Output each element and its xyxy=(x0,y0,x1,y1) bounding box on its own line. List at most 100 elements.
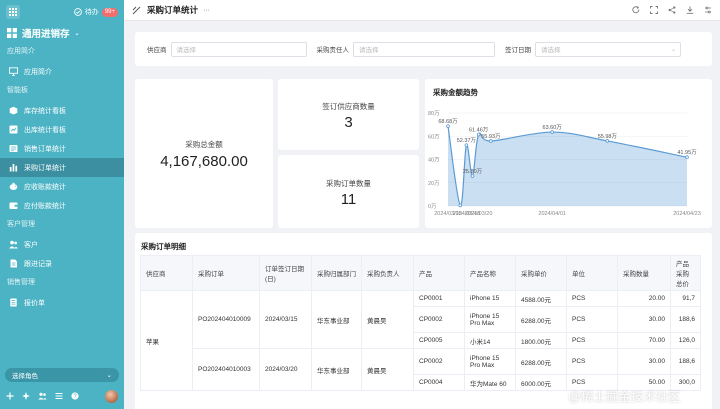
table-cell: PO202404010009 xyxy=(192,290,260,349)
table-cell: 2024/03/15 xyxy=(259,290,312,349)
table-cell: CP0004 xyxy=(413,374,465,391)
collapse-icon[interactable] xyxy=(132,6,141,15)
sidebar-item[interactable]: 库存统计看板 xyxy=(0,101,124,120)
todo-button[interactable]: 待办 99+ xyxy=(73,7,118,17)
sidebar-item-label: 出库统计看板 xyxy=(24,126,66,134)
sidebar-item-label: 销售订单统计 xyxy=(24,145,66,153)
table-row[interactable]: 苹果 PO202404010009 2024/03/15 华东事业部 黄晨昊 CP0001… xyxy=(140,290,701,391)
table-cell: 黄晨昊 xyxy=(361,290,414,349)
table-row[interactable]: PO202404010003 2024/03/20 华东事业部 黄晨昊 CP0002 iP… xyxy=(141,348,701,391)
table-cell: 188,6 xyxy=(670,306,701,333)
app-switcher[interactable]: 通用进销存 ⌄ xyxy=(0,24,124,42)
sidebar-item[interactable]: 出库统计看板 xyxy=(0,120,124,139)
column-header: 采购数量 xyxy=(617,255,671,291)
sidebar-item[interactable]: 应用简介 xyxy=(0,62,124,81)
x-tick-label: 2024/04/01 xyxy=(538,211,566,217)
table-header-row: 供应商 采购订单 订单签订日期(日) 采购归属部门 采购负责人 产品 产品名称 采购单价 单位采… xyxy=(140,255,701,291)
table-title: 采购订单明细 xyxy=(141,242,186,251)
sidebar-item-label: 客户 xyxy=(24,241,38,249)
plus-icon[interactable] xyxy=(6,392,14,400)
data-label: 63.60万 xyxy=(543,124,563,131)
chart-icon xyxy=(9,125,18,134)
data-label: 25.80万 xyxy=(463,168,483,175)
fullscreen-icon[interactable] xyxy=(650,6,658,14)
column-header: 产品名称 xyxy=(464,255,516,291)
role-select-label: 选择角色 xyxy=(12,373,38,380)
sidebar-item[interactable]: 客户 xyxy=(0,235,124,254)
filter-date-placeholder: 请选择 xyxy=(541,47,561,54)
data-point xyxy=(446,124,450,128)
supplier-count-label: 签订供应商数量 xyxy=(322,102,375,111)
table-cell: 6288.00元 xyxy=(515,348,567,375)
table-cell: 6288.00元 xyxy=(515,306,567,333)
table-cell: 20.00 xyxy=(617,290,671,307)
todo-count-badge: 99+ xyxy=(101,7,118,17)
table-cell: CP0002 xyxy=(413,348,465,375)
team-icon[interactable] xyxy=(38,392,47,400)
filter-supplier-select[interactable]: 请选择 xyxy=(170,41,307,57)
more-icon[interactable]: ··· xyxy=(203,7,210,14)
total-amount-label: 采购总金额 xyxy=(185,140,223,149)
column-header: 采购单价 xyxy=(515,255,567,291)
filter-supplier-label: 供应商 xyxy=(147,47,167,54)
table-cell: 华东事业部 xyxy=(311,348,362,391)
sidebar-footer: ? xyxy=(0,386,124,406)
order-count-label: 采购订单数量 xyxy=(326,179,371,188)
app-logo-icon xyxy=(7,28,17,38)
help-icon[interactable]: ? xyxy=(71,392,79,400)
y-tick-label: 60万 xyxy=(428,133,440,140)
sidebar-item[interactable]: 采购订单统计 xyxy=(0,158,124,177)
total-amount-card: 采购总金额 4,167,680.00 xyxy=(135,79,273,228)
report-icon xyxy=(9,144,18,153)
column-header: 产品 xyxy=(413,255,465,291)
refresh-icon[interactable] xyxy=(632,6,640,14)
table-cell: 4588.00元 xyxy=(515,290,567,307)
sidebar-item[interactable]: 报价单 xyxy=(0,293,124,312)
y-tick-label: 80万 xyxy=(428,110,440,117)
filter-owner-placeholder: 请选择 xyxy=(359,47,379,54)
table-cell: PCS xyxy=(566,306,618,333)
settings-icon[interactable] xyxy=(704,6,712,14)
order-detail-card: 采购订单明细 供应商 采购订单 订单签订日期(日) 采购归属部门 采购负责人 产品 产品名称… xyxy=(135,233,712,409)
sidebar-item-label: 采购订单统计 xyxy=(24,164,66,172)
data-label: 41.95万 xyxy=(677,149,697,156)
table-cell: 小米14 xyxy=(464,332,516,349)
list-icon[interactable] xyxy=(55,392,63,400)
sidebar-item[interactable]: 应付账款统计 xyxy=(0,196,124,215)
table-cell: 6000.00元 xyxy=(515,374,567,391)
sidebar-item-label: 应收账款统计 xyxy=(24,183,66,191)
download-icon[interactable] xyxy=(686,6,694,14)
filter-date-select[interactable]: 请选择 ⌄ xyxy=(535,41,681,57)
purchase-trend-card: 采购金额趋势 80万 60万 40万 20万 0万 68.68万 52.37万 25.80万 6… xyxy=(425,79,712,228)
table-cell: 华为Mate 60 xyxy=(464,374,516,391)
filter-bar: 供应商 请选择 采购责任人 请选择 签订日期 请选择 ⌄ xyxy=(135,32,712,66)
x-tick-label: 2024/04/23 xyxy=(673,211,701,217)
share-icon[interactable] xyxy=(668,6,676,14)
table-cell: CP0005 xyxy=(413,332,465,349)
table-cell: iPhone 15 Pro Max xyxy=(464,306,516,333)
sidebar-item[interactable]: 跟进记录 xyxy=(0,254,124,273)
app-grid-icon[interactable] xyxy=(6,5,20,19)
table-cell: PCS xyxy=(566,348,618,375)
data-label: 68.68万 xyxy=(438,118,458,125)
data-label: 55.98万 xyxy=(598,133,618,140)
filter-supplier-placeholder: 请选择 xyxy=(176,47,197,54)
sparkle-icon[interactable] xyxy=(22,392,30,400)
avatar[interactable] xyxy=(105,389,118,403)
table-cell: PO202404010003 xyxy=(192,348,260,391)
page-title: 采购订单统计 xyxy=(147,5,199,15)
filter-owner-select[interactable]: 请选择 xyxy=(353,41,495,57)
filter-date-label: 签订日期 xyxy=(505,47,531,54)
chevron-down-icon: ⌄ xyxy=(106,372,112,379)
table-cell: 30.00 xyxy=(617,348,671,375)
role-select[interactable]: 选择角色 ⌄ xyxy=(5,368,119,382)
table-cell: iPhone 15 Pro Max xyxy=(464,348,516,375)
data-point xyxy=(458,203,463,208)
sidebar-top: 待办 99+ xyxy=(0,0,124,24)
sidebar-item-label: 报价单 xyxy=(24,299,45,307)
wallet-icon xyxy=(9,201,18,210)
sidebar-item[interactable]: 应收账款统计 xyxy=(0,177,124,196)
table-cell: 30.00 xyxy=(617,306,671,333)
data-point xyxy=(489,139,493,143)
sidebar-item[interactable]: 销售订单统计 xyxy=(0,139,124,158)
